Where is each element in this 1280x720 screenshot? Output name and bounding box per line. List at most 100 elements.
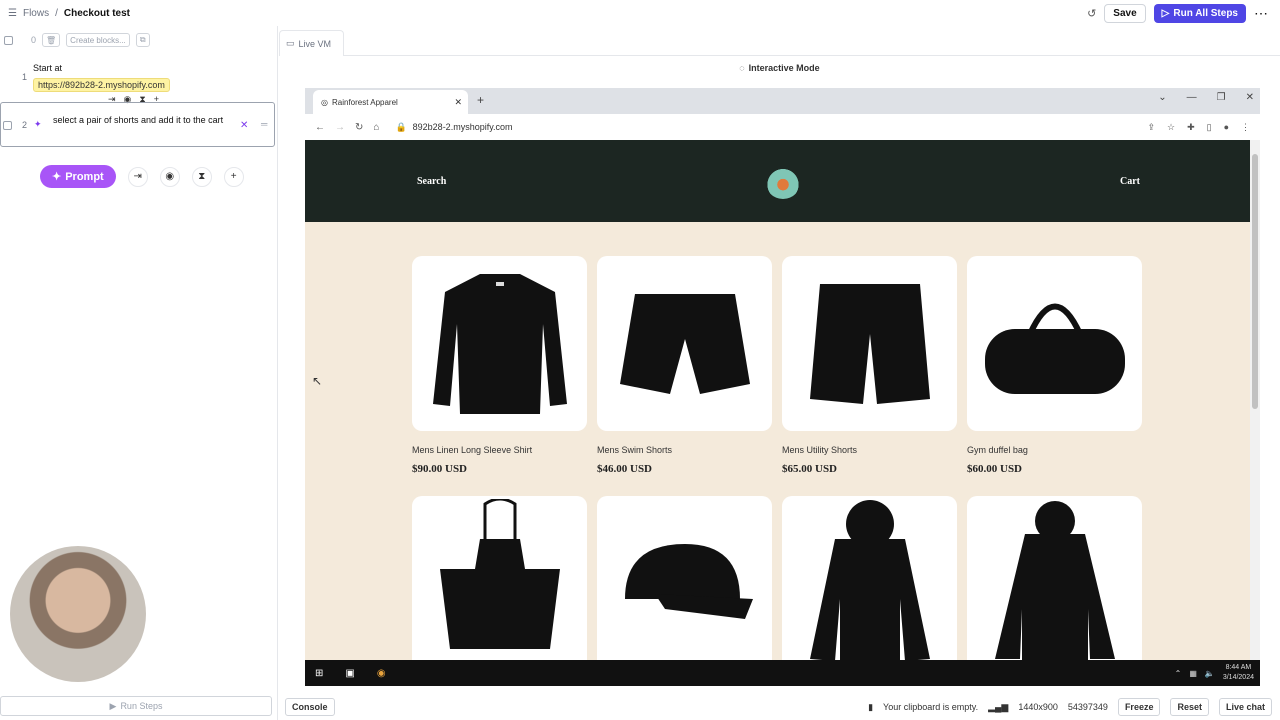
disable-ai-icon[interactable]: ✕ bbox=[240, 120, 248, 131]
product-card[interactable] bbox=[782, 496, 957, 660]
product-card[interactable] bbox=[597, 496, 772, 660]
star-icon[interactable]: ☆ bbox=[1167, 122, 1175, 133]
product-name[interactable]: Gym duffel bag bbox=[967, 445, 1142, 455]
product-card[interactable] bbox=[967, 496, 1142, 660]
product-image[interactable] bbox=[412, 496, 587, 660]
task-view-icon[interactable]: ▣ bbox=[345, 668, 354, 679]
reload-icon[interactable]: ↻ bbox=[355, 122, 363, 133]
back-icon[interactable]: ← bbox=[315, 122, 325, 133]
share-icon[interactable]: ⇪ bbox=[1147, 122, 1155, 133]
product-card[interactable]: Mens Utility Shorts $65.00 USD bbox=[782, 256, 957, 475]
eye-icon[interactable]: ◉ bbox=[159, 166, 180, 187]
store-logo[interactable] bbox=[765, 163, 802, 199]
breadcrumb-separator: / bbox=[55, 7, 58, 19]
prompt-button[interactable]: ✦ Prompt bbox=[40, 165, 116, 188]
reset-button[interactable]: Reset bbox=[1170, 698, 1209, 716]
close-tab-icon[interactable]: ✕ bbox=[454, 97, 462, 108]
tab-search-icon[interactable]: ⌄ bbox=[1158, 92, 1166, 103]
copy-icon[interactable]: ⧉ bbox=[135, 33, 150, 47]
sparkle-icon: ✦ bbox=[52, 171, 62, 183]
save-button[interactable]: Save bbox=[1104, 3, 1146, 23]
store-search-link[interactable]: Search bbox=[417, 176, 446, 187]
scroll-thumb[interactable] bbox=[1252, 154, 1258, 409]
steps-toolbar: 0 🗑 Create blocks... ⧉ bbox=[0, 26, 277, 54]
product-name[interactable]: Mens Utility Shorts bbox=[782, 445, 957, 455]
product-image[interactable] bbox=[412, 256, 587, 431]
create-blocks-button[interactable]: Create blocks... bbox=[66, 33, 130, 47]
more-options-icon[interactable]: ⋯ bbox=[1254, 5, 1268, 22]
store-page: Search Cart Mens Linen Long Sleeve Shirt bbox=[305, 140, 1250, 660]
freeze-button[interactable]: Freeze bbox=[1117, 698, 1161, 716]
step-text[interactable]: select a pair of shorts and add it to th… bbox=[53, 114, 228, 126]
product-image[interactable] bbox=[782, 496, 957, 660]
run-all-steps-label: Run All Steps bbox=[1173, 7, 1238, 19]
restore-icon[interactable]: ❐ bbox=[1217, 92, 1226, 103]
app: ☰ Flows / Checkout test ↺ Save ▷ Run All… bbox=[0, 0, 1280, 720]
product-image[interactable] bbox=[782, 256, 957, 431]
history-icon[interactable]: ↺ bbox=[1087, 7, 1096, 20]
browser-tab[interactable]: ◎ Rainforest Apparel ✕ bbox=[313, 90, 468, 114]
product-price: $90.00 USD bbox=[412, 463, 468, 475]
browser-menu-icon[interactable]: ⋮ bbox=[1241, 122, 1250, 133]
chrome-taskbar-icon[interactable]: ◉ bbox=[377, 668, 386, 679]
step-2[interactable]: 2 ✦ select a pair of shorts and add it t… bbox=[0, 102, 275, 147]
extensions-icon[interactable]: ✚ bbox=[1187, 122, 1195, 133]
page-scrollbar[interactable] bbox=[1250, 140, 1260, 660]
step-1[interactable]: 1 Start at https://892b28-2.myshopify.co… bbox=[0, 56, 278, 96]
store-cart-link[interactable]: Cart bbox=[1120, 176, 1140, 187]
run-steps-button[interactable]: ▶ Run Steps bbox=[0, 696, 272, 716]
windows-start-icon[interactable]: ⊞ bbox=[315, 668, 323, 679]
vm-screen[interactable]: ◎ Rainforest Apparel ✕ + ⌄ — ❐ ✕ ← → ↻ ⌂ bbox=[305, 88, 1260, 686]
drag-handle-icon[interactable]: ═ bbox=[261, 119, 267, 129]
network-icon[interactable]: ▦ bbox=[1189, 669, 1197, 678]
browser-tab-title: Rainforest Apparel bbox=[331, 97, 398, 107]
product-image[interactable] bbox=[967, 256, 1142, 431]
product-name[interactable]: Mens Swim Shorts bbox=[597, 445, 772, 455]
step-number: 1 bbox=[22, 72, 28, 82]
tray-chevron-icon[interactable]: ⌃ bbox=[1175, 669, 1182, 678]
live-chat-button[interactable]: Live chat bbox=[1218, 698, 1272, 716]
product-card[interactable] bbox=[412, 496, 587, 660]
jacket-icon bbox=[994, 500, 1115, 660]
plus-icon[interactable]: + bbox=[223, 166, 244, 187]
windows-taskbar: ⊞ ▣ ◉ ⌃ ▦ 🔈 8:44 AM 3/14/2024 bbox=[305, 660, 1260, 686]
action-icon[interactable]: ⇥ bbox=[127, 166, 148, 187]
hourglass-icon[interactable]: ⧗ bbox=[191, 166, 212, 187]
tab-live-vm[interactable]: ▭ Live VM bbox=[279, 30, 344, 56]
delete-icon[interactable]: 🗑 bbox=[42, 33, 61, 47]
volume-icon[interactable]: 🔈 bbox=[1205, 669, 1215, 678]
minimize-icon[interactable]: — bbox=[1187, 92, 1197, 103]
product-image[interactable] bbox=[597, 256, 772, 431]
product-image[interactable] bbox=[597, 496, 772, 660]
steps-panel: 0 🗑 Create blocks... ⧉ 1 Start at https:… bbox=[0, 26, 278, 720]
address-bar[interactable]: 🔒 892b28-2.myshopify.com bbox=[395, 122, 512, 133]
breadcrumb-current: Checkout test bbox=[63, 7, 130, 19]
forward-icon[interactable]: → bbox=[335, 122, 345, 133]
profile-icon[interactable]: ● bbox=[1224, 122, 1229, 133]
product-card[interactable]: Mens Linen Long Sleeve Shirt $90.00 USD bbox=[412, 256, 587, 475]
system-tray: ⌃ ▦ 🔈 8:44 AM 3/14/2024 bbox=[1175, 663, 1260, 683]
session-id: 54397349 bbox=[1067, 702, 1108, 712]
select-all-checkbox[interactable] bbox=[4, 35, 13, 45]
start-url-pill[interactable]: https://892b28-2.myshopify.com bbox=[33, 78, 170, 92]
close-window-icon[interactable]: ✕ bbox=[1246, 92, 1254, 103]
sidepanel-icon[interactable]: ▯ bbox=[1207, 122, 1212, 133]
product-card[interactable]: Gym duffel bag $60.00 USD bbox=[967, 256, 1142, 475]
new-tab-icon[interactable]: + bbox=[477, 93, 484, 107]
console-button[interactable]: Console bbox=[285, 698, 335, 716]
menu-icon[interactable]: ☰ bbox=[8, 8, 17, 19]
interactive-icon: ◌ bbox=[739, 63, 745, 73]
step-checkbox[interactable] bbox=[3, 121, 12, 130]
breadcrumb-root[interactable]: Flows bbox=[23, 8, 49, 19]
product-image[interactable] bbox=[967, 496, 1142, 660]
clock[interactable]: 8:44 AM 3/14/2024 bbox=[1223, 663, 1254, 683]
lock-icon: 🔒 bbox=[395, 121, 407, 132]
interactive-mode-label: Interactive Mode bbox=[748, 63, 820, 73]
tab-label: Live VM bbox=[298, 38, 332, 49]
run-steps-label: Run Steps bbox=[120, 701, 163, 711]
run-all-steps-button[interactable]: ▷ Run All Steps bbox=[1153, 3, 1246, 23]
product-name[interactable]: Mens Linen Long Sleeve Shirt bbox=[412, 445, 587, 455]
add-step-row: ✦ Prompt ⇥ ◉ ⧗ + bbox=[40, 165, 244, 188]
home-icon[interactable]: ⌂ bbox=[373, 122, 379, 133]
product-card[interactable]: Mens Swim Shorts $46.00 USD bbox=[597, 256, 772, 475]
